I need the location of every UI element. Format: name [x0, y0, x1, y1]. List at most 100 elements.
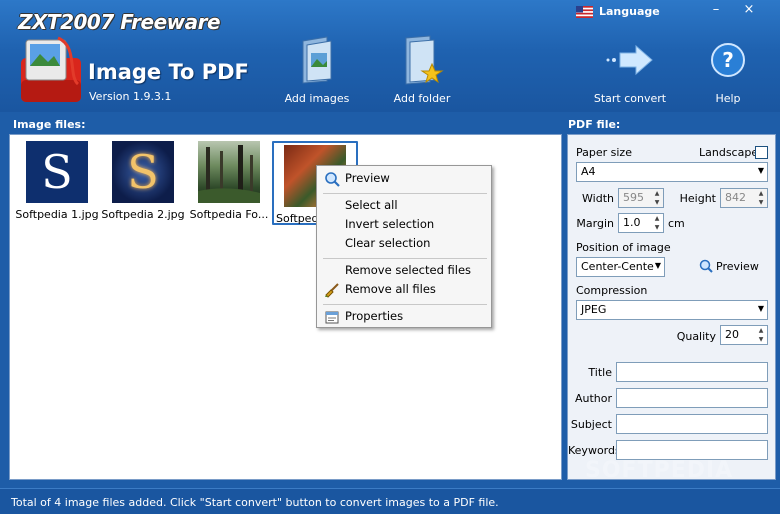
image-thumb-name: Softpedia 1.jpg: [15, 208, 99, 221]
image-thumb[interactable]: Softpedia Fo...: [186, 141, 272, 221]
help-button[interactable]: ? Help: [683, 34, 773, 105]
add-folder-label: Add folder: [393, 92, 451, 105]
height-label: Height: [679, 192, 716, 205]
broom-icon: [325, 283, 339, 298]
menu-item-preview[interactable]: Preview: [317, 169, 491, 188]
pdf-settings-panel: Paper size Landscape A4 ▼ Width 595 ▲ ▼ H…: [567, 134, 776, 480]
properties-icon: [325, 311, 339, 324]
minimize-button[interactable]: –: [707, 3, 725, 19]
keywords-input[interactable]: [616, 440, 768, 460]
menu-item-select-all[interactable]: Select all: [317, 196, 491, 215]
language-selector[interactable]: Language: [576, 5, 660, 18]
keywords-label: Keywords: [568, 444, 621, 457]
menu-item-label: Invert selection: [345, 217, 435, 231]
position-label: Position of image: [576, 241, 671, 254]
add-images-label: Add images: [284, 92, 350, 105]
position-preview-button[interactable]: Preview: [699, 259, 759, 273]
paper-size-value: A4: [581, 165, 596, 178]
quality-value: 20: [725, 328, 739, 341]
menu-item-label: Select all: [345, 198, 398, 212]
menu-item-label: Remove selected files: [345, 263, 472, 277]
menu-item-properties[interactable]: Properties: [317, 307, 491, 326]
position-preview-label: Preview: [716, 259, 759, 273]
margin-value: 1.0: [623, 216, 641, 229]
add-folder-icon: [405, 35, 444, 85]
menu-item-invert-selection[interactable]: Invert selection: [317, 215, 491, 234]
chevron-down-icon: ▼: [654, 261, 661, 270]
svg-text:?: ?: [722, 48, 734, 72]
menu-item-clear-selection[interactable]: Clear selection: [317, 234, 491, 253]
spin-arrows-icon[interactable]: ▲ ▼: [755, 326, 767, 344]
spin-arrows-icon[interactable]: ▲ ▼: [651, 189, 663, 207]
position-select[interactable]: Center-Cente ▼: [576, 257, 665, 277]
author-label: Author: [574, 392, 612, 405]
menu-separator: [323, 193, 487, 194]
start-convert-button[interactable]: Start convert: [585, 34, 675, 105]
width-label: Width: [582, 192, 614, 205]
menu-item-label: Clear selection: [345, 236, 431, 250]
menu-item-remove-all[interactable]: Remove all files: [317, 280, 491, 299]
add-images-icon: [302, 36, 332, 84]
thumbnail-image: S: [26, 141, 88, 203]
image-files-label: Image files:: [13, 118, 86, 131]
quality-field[interactable]: 20 ▲ ▼: [720, 325, 768, 345]
height-field[interactable]: 842 ▲ ▼: [720, 188, 768, 208]
subject-input[interactable]: [616, 414, 768, 434]
image-thumb-name: Softpedia 2.jpg: [101, 208, 185, 221]
close-button[interactable]: ×: [740, 3, 758, 19]
width-field[interactable]: 595 ▲ ▼: [618, 188, 664, 208]
margin-unit: cm: [668, 217, 685, 230]
compression-select[interactable]: JPEG ▼: [576, 300, 768, 320]
landscape-label: Landscape: [699, 146, 759, 159]
image-thumb[interactable]: S Softpedia 1.jpg: [14, 141, 100, 221]
title-input[interactable]: [616, 362, 768, 382]
menu-separator: [323, 304, 487, 305]
menu-separator: [323, 258, 487, 259]
subject-label: Subject: [570, 418, 612, 431]
pdf-file-label: PDF file:: [568, 118, 621, 131]
width-value: 595: [623, 191, 644, 204]
thumbnail-image: [198, 141, 260, 203]
height-value: 842: [725, 191, 746, 204]
us-flag-icon: [576, 5, 593, 18]
magnifier-icon: [699, 259, 713, 273]
compression-value: JPEG: [581, 303, 607, 316]
menu-item-label: Properties: [345, 309, 404, 323]
add-images-button[interactable]: Add images: [272, 34, 362, 105]
paper-size-label: Paper size: [576, 146, 632, 159]
chevron-down-icon: ▼: [757, 166, 764, 175]
app-brand: ZXT2007 Freeware: [18, 10, 221, 34]
menu-item-remove-selected[interactable]: Remove selected files: [317, 261, 491, 280]
spin-arrows-icon[interactable]: ▲ ▼: [651, 214, 663, 232]
arrow-right-icon: [606, 44, 653, 76]
title-label: Title: [588, 366, 612, 379]
help-icon: ?: [711, 43, 745, 77]
help-label: Help: [715, 92, 741, 105]
status-text: Total of 4 image files added. Click "Sta…: [11, 496, 499, 509]
author-input[interactable]: [616, 388, 768, 408]
app-version: Version 1.9.3.1: [89, 90, 172, 103]
image-thumb-name: Softpedia Fo...: [189, 208, 269, 221]
margin-label: Margin: [576, 217, 614, 230]
thumbnail-image: S: [112, 141, 174, 203]
app-logo-icon: [21, 36, 81, 102]
image-thumb[interactable]: S Softpedia 2.jpg: [100, 141, 186, 221]
paper-size-select[interactable]: A4 ▼: [576, 162, 768, 182]
compression-label: Compression: [576, 284, 648, 297]
status-bar: Total of 4 image files added. Click "Sta…: [0, 488, 780, 514]
chevron-down-icon: ▼: [757, 304, 764, 313]
language-label: Language: [599, 5, 660, 18]
position-value: Center-Cente: [581, 260, 654, 273]
header-bar: ZXT2007 Freeware Image To PDF Version 1.…: [0, 0, 780, 112]
app-title: Image To PDF: [88, 60, 249, 84]
context-menu: Preview Select all Invert selection Clea…: [316, 165, 492, 328]
menu-item-label: Remove all files: [345, 282, 436, 296]
add-folder-button[interactable]: Add folder: [377, 34, 467, 105]
start-convert-label: Start convert: [593, 92, 667, 105]
margin-field[interactable]: 1.0 ▲ ▼: [618, 213, 664, 233]
menu-item-label: Preview: [345, 171, 390, 185]
watermark: SOFTPEDIA: [585, 458, 734, 483]
quality-label: Quality: [676, 330, 716, 343]
landscape-checkbox[interactable]: [755, 146, 768, 159]
spin-arrows-icon[interactable]: ▲ ▼: [755, 189, 767, 207]
